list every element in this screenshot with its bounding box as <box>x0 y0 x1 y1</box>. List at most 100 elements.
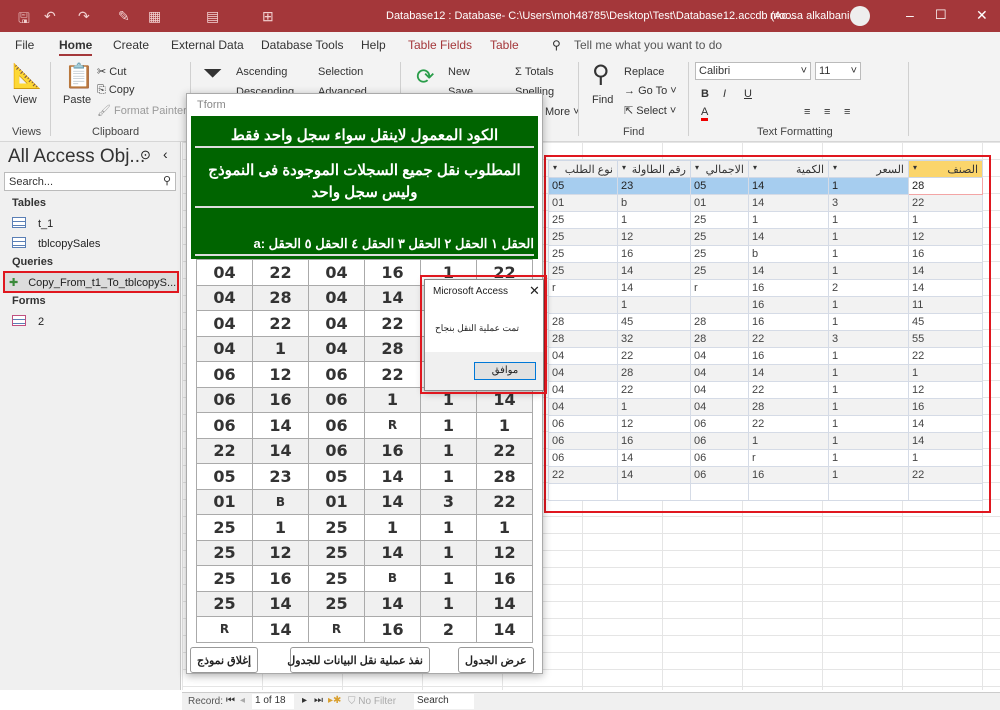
ascending-button[interactable]: Ascending <box>236 66 287 78</box>
form-field[interactable]: 1 <box>252 514 309 541</box>
select-button[interactable]: ⇱ Select ˅ <box>624 104 676 117</box>
form-field[interactable]: 06 <box>308 361 365 388</box>
totals-button[interactable]: Σ Totals <box>515 66 554 78</box>
form-field[interactable]: 16 <box>364 616 421 643</box>
undo-icon[interactable]: ↶ <box>44 8 56 25</box>
form-field[interactable]: 1 <box>364 386 421 413</box>
form-field[interactable]: 22 <box>364 310 421 337</box>
run-transfer-button[interactable]: نفذ عملية نقل البيانات للجدول <box>287 647 430 673</box>
relationships-icon[interactable]: ⊞ <box>262 8 274 25</box>
nav-item-t_1[interactable]: t_1 <box>12 217 53 230</box>
form-field[interactable]: 25 <box>308 565 365 592</box>
form-field[interactable]: 22 <box>196 437 253 464</box>
tab-home[interactable]: Home <box>59 38 93 56</box>
form-field[interactable]: 05 <box>308 463 365 490</box>
show-table-button[interactable]: عرض الجدول <box>458 647 534 673</box>
form-field[interactable]: 14 <box>252 616 309 643</box>
form-field[interactable]: 25 <box>196 590 253 617</box>
collapse-nav-icon[interactable]: ‹ <box>163 146 168 162</box>
form-field[interactable]: 14 <box>364 539 421 566</box>
form-field[interactable]: 16 <box>252 386 309 413</box>
nav-title[interactable]: All Access Obj... <box>8 146 145 168</box>
form-field[interactable]: 1 <box>476 412 533 439</box>
form-field[interactable]: 1 <box>420 437 477 464</box>
format-painter-button[interactable]: 🖌 Format Painter <box>97 104 187 117</box>
avatar[interactable] <box>850 6 870 26</box>
form-field[interactable]: 06 <box>196 412 253 439</box>
form-field[interactable]: 16 <box>476 565 533 592</box>
form-field[interactable]: B <box>252 488 309 515</box>
form-field[interactable]: 1 <box>364 514 421 541</box>
align-center-button[interactable]: ≡ <box>824 106 830 118</box>
new-record-button[interactable]: New <box>448 66 470 78</box>
form-field[interactable]: 1 <box>252 335 309 362</box>
nav-item-form-2[interactable]: 2 <box>12 315 44 328</box>
form-field[interactable]: 1 <box>420 463 477 490</box>
find-button[interactable]: Find <box>592 94 613 106</box>
form-field[interactable]: 28 <box>476 463 533 490</box>
form-field[interactable]: 01 <box>308 488 365 515</box>
view-button[interactable]: View <box>13 94 37 106</box>
minimize-button[interactable]: – <box>906 7 914 23</box>
italic-button[interactable]: I <box>723 88 726 100</box>
align-right-button[interactable]: ≡ <box>844 106 850 118</box>
maximize-button[interactable]: ☐ <box>935 7 947 23</box>
nav-item-query[interactable]: ✚ Copy_From_t1_To_tblcopyS... <box>3 271 179 293</box>
font-color-button[interactable]: A <box>701 106 709 121</box>
first-record-button[interactable]: ⏮ <box>226 695 235 706</box>
form-field[interactable]: 14 <box>252 412 309 439</box>
form-field[interactable]: 25 <box>308 539 365 566</box>
new-record-button[interactable]: ▸✱ <box>328 695 341 706</box>
form-field[interactable]: 04 <box>196 284 253 311</box>
form-field[interactable]: 12 <box>476 539 533 566</box>
form-field[interactable]: 14 <box>476 616 533 643</box>
copy-button[interactable]: ⎘ Copy <box>97 84 135 97</box>
form-field[interactable]: 04 <box>196 259 253 286</box>
nav-menu-icon[interactable]: ⊙ <box>140 147 151 163</box>
form-field[interactable]: 25 <box>196 514 253 541</box>
paste-button[interactable]: Paste <box>63 94 91 106</box>
tab-database-tools[interactable]: Database Tools <box>261 38 344 52</box>
form-field[interactable]: 25 <box>308 590 365 617</box>
font-select[interactable]: Calibri ˅ <box>695 62 811 80</box>
form-field[interactable]: 06 <box>308 386 365 413</box>
redo-icon[interactable]: ↷ <box>78 8 90 25</box>
form-field[interactable]: 12 <box>252 539 309 566</box>
form-field[interactable]: 28 <box>252 284 309 311</box>
tab-table-fields[interactable]: Table Fields <box>408 38 472 52</box>
form-field[interactable]: 22 <box>364 361 421 388</box>
refresh-icon[interactable]: ⟳ <box>416 64 434 90</box>
save-icon[interactable]: 🖫 <box>18 8 30 32</box>
form-field[interactable]: 28 <box>364 335 421 362</box>
record-search-input[interactable]: Search <box>414 694 474 709</box>
section-queries[interactable]: Queries <box>12 256 53 268</box>
form-field[interactable]: 25 <box>196 539 253 566</box>
record-position-input[interactable]: 1 of 18 <box>252 694 294 709</box>
form-field[interactable]: 06 <box>196 361 253 388</box>
form-field[interactable]: 14 <box>364 284 421 311</box>
filter-icon[interactable]: ⏷ <box>203 60 222 88</box>
form-field[interactable]: 22 <box>476 437 533 464</box>
brush-icon[interactable]: ✎ <box>118 8 130 25</box>
form-field[interactable]: R <box>196 616 253 643</box>
form-field[interactable]: 04 <box>196 310 253 337</box>
form-field[interactable]: B <box>364 565 421 592</box>
more-button[interactable]: More ˅ <box>545 106 580 118</box>
form-field[interactable]: 22 <box>476 488 533 515</box>
form-icon[interactable]: ▤ <box>206 8 219 25</box>
tab-help[interactable]: Help <box>361 38 386 52</box>
form-field[interactable]: 1 <box>420 514 477 541</box>
selection-button[interactable]: Selection <box>318 66 363 78</box>
form-field[interactable]: 14 <box>252 590 309 617</box>
form-field[interactable]: 04 <box>308 259 365 286</box>
form-field[interactable]: 16 <box>252 565 309 592</box>
form-field[interactable]: 1 <box>420 539 477 566</box>
form-field[interactable]: 16 <box>364 259 421 286</box>
bold-button[interactable]: B <box>701 88 709 100</box>
cut-button[interactable]: ✂ Cut <box>97 65 126 78</box>
nav-item-tblcopysales[interactable]: tblcopySales <box>12 237 100 250</box>
form-field[interactable]: 14 <box>476 590 533 617</box>
form-field[interactable]: 04 <box>196 335 253 362</box>
next-record-button[interactable]: ▸ <box>302 695 307 706</box>
form-field[interactable]: 06 <box>308 437 365 464</box>
